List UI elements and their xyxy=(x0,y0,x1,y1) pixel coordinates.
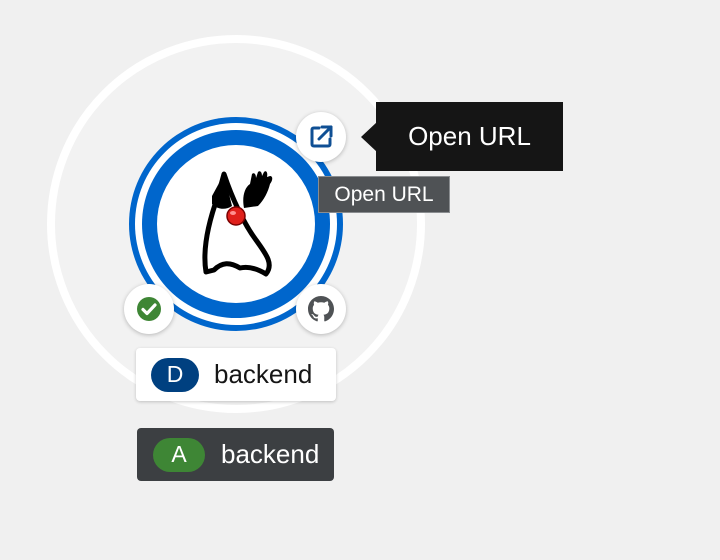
application-badge: A xyxy=(153,437,205,472)
deployment-badge: D xyxy=(151,357,199,392)
deployment-name: backend xyxy=(214,359,313,389)
check-circle-icon xyxy=(137,297,161,321)
open-url-icon xyxy=(310,125,333,148)
deployment-label[interactable]: D backend xyxy=(136,348,336,401)
tooltip-arrow xyxy=(361,122,377,152)
application-name: backend xyxy=(221,439,320,469)
open-url-tooltip: Open URL xyxy=(376,102,563,171)
open-url-decorator[interactable] xyxy=(296,112,346,162)
native-title-tooltip: Open URL xyxy=(318,176,450,213)
native-title-text: Open URL xyxy=(334,182,434,206)
build-status-decorator[interactable] xyxy=(124,284,174,334)
tooltip-text: Open URL xyxy=(408,121,531,151)
java-duke-icon xyxy=(202,171,273,277)
github-icon xyxy=(308,296,334,322)
git-repo-decorator[interactable] xyxy=(296,284,346,334)
application-label[interactable]: A backend xyxy=(137,428,334,481)
